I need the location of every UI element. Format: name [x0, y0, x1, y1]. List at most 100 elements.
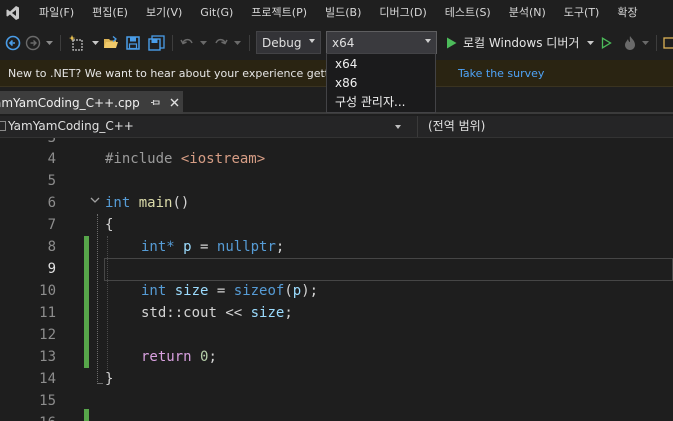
play-outline-icon	[601, 37, 612, 49]
pin-icon[interactable]	[150, 97, 161, 108]
operator: <<	[225, 305, 243, 321]
menu-bar: 파일(F) 편집(E) 보기(V) Git(G) 프로젝트(P) 빌드(B) 디…	[0, 0, 673, 26]
menu-file[interactable]: 파일(F)	[30, 0, 83, 26]
close-icon[interactable]	[170, 98, 179, 107]
line-number: 16	[20, 412, 56, 421]
line-number-current: 9	[47, 261, 56, 277]
undo-dropdown[interactable]	[198, 26, 208, 60]
chevron-down-icon	[425, 39, 431, 43]
menu-debug[interactable]: 디버그(D)	[370, 0, 435, 26]
brace-open: {	[105, 217, 114, 233]
undo-button[interactable]	[178, 26, 196, 60]
debug-target-dropdown[interactable]	[585, 26, 595, 60]
back-arrow-icon	[5, 35, 21, 51]
hot-reload-button[interactable]	[620, 26, 640, 60]
platform-option-x86[interactable]: x86	[327, 74, 435, 93]
solution-configuration-dropdown[interactable]: Debug	[256, 31, 321, 54]
code-text: return 0;	[141, 346, 217, 368]
menu-view[interactable]: 보기(V)	[137, 0, 191, 26]
code-line: 16	[0, 412, 673, 421]
save-icon	[126, 36, 140, 50]
new-project-icon	[69, 35, 83, 51]
keyword: int*	[141, 239, 175, 255]
line-number: 10	[39, 283, 56, 299]
chevron-down-icon	[395, 125, 401, 129]
visual-studio-logo-icon[interactable]	[6, 5, 20, 21]
overflow-toolbar-button[interactable]	[662, 26, 673, 60]
code-text: int main()	[105, 192, 189, 214]
line-number: 8	[47, 239, 56, 255]
punctuation: ;	[275, 239, 285, 255]
global-scope-dropdown[interactable]: (전역 범위)	[417, 116, 673, 137]
start-debugging-button[interactable]	[443, 26, 459, 60]
platform-option-x64[interactable]: x64	[327, 55, 435, 74]
menu-analyze[interactable]: 분석(N)	[500, 0, 555, 26]
redo-dropdown[interactable]	[232, 26, 242, 60]
menu-edit[interactable]: 편집(E)	[83, 0, 137, 26]
punctuation: ;	[208, 349, 217, 365]
punctuation: (	[284, 283, 293, 299]
forward-button[interactable]	[24, 26, 42, 60]
hot-reload-dropdown[interactable]	[641, 26, 649, 60]
identifier: cout	[183, 305, 217, 321]
line-number: 13	[39, 349, 56, 365]
forward-dropdown[interactable]	[44, 26, 54, 60]
save-button[interactable]	[124, 26, 142, 60]
new-project-dropdown[interactable]	[90, 26, 100, 60]
code-line: 10 int size = sizeof(p);	[0, 280, 673, 302]
new-project-button[interactable]	[67, 26, 89, 60]
configuration-manager-option[interactable]: 구성 관리자...	[327, 93, 435, 112]
solution-platform-dropdown[interactable]: x64	[326, 31, 437, 54]
code-line: 4 #include <iostream>	[0, 148, 673, 170]
code-line: 6 int main()	[0, 192, 673, 214]
menu-test[interactable]: 테스트(S)	[436, 0, 500, 26]
code-line: 14 }	[0, 368, 673, 390]
operator: =	[200, 239, 209, 255]
include-header: <iostream>	[180, 151, 266, 167]
namespace: std	[141, 305, 167, 321]
take-survey-link[interactable]: Take the survey	[458, 60, 544, 87]
code-line: 8 int* p = nullptr;	[0, 236, 673, 258]
variable: size	[174, 283, 209, 299]
info-message-text: New to .NET? We want to hear about your …	[8, 66, 333, 80]
save-all-icon	[147, 35, 165, 51]
menu-project[interactable]: 프로젝트(P)	[242, 0, 316, 26]
punctuation: ;	[284, 305, 293, 321]
tab-title: amYamCoding_C++.cpp	[0, 95, 140, 110]
project-scope-dropdown[interactable]: YamYamCoding_C++	[0, 116, 407, 137]
punctuation: ()	[172, 195, 190, 211]
navigation-bar: YamYamCoding_C++ (전역 범위)	[0, 116, 673, 138]
start-without-debugging-button[interactable]	[598, 26, 614, 60]
code-text: int size = sizeof(p);	[141, 280, 318, 302]
code-line: 15	[0, 390, 673, 412]
line-number: 7	[47, 217, 56, 233]
line-number: 5	[47, 173, 56, 189]
menu-build[interactable]: 빌드(B)	[316, 0, 370, 26]
keyword: return	[141, 349, 192, 365]
platform-dropdown-list: x64 x86 구성 관리자...	[326, 53, 436, 113]
tab-active-document[interactable]: amYamCoding_C++.cpp	[0, 91, 183, 114]
line-number: 12	[39, 327, 56, 343]
keyword: sizeof	[233, 283, 285, 299]
keyword: int	[105, 195, 131, 211]
chevron-down-icon	[233, 40, 241, 45]
back-button[interactable]	[4, 26, 22, 60]
redo-icon	[215, 38, 228, 45]
operator: =	[216, 283, 226, 299]
menu-extensions[interactable]: 확장	[608, 0, 646, 26]
undo-icon	[180, 38, 193, 45]
start-debugging-label[interactable]: 로컬 Windows 디버거	[463, 26, 579, 60]
save-all-button[interactable]	[146, 26, 166, 60]
code-text: std::cout << size;	[141, 302, 293, 324]
code-line: 9	[0, 258, 673, 280]
menu-tools[interactable]: 도구(T)	[555, 0, 609, 26]
code-line: 11 std::cout << size;	[0, 302, 673, 324]
menu-git[interactable]: Git(G)	[191, 0, 242, 26]
chevron-down-icon	[641, 40, 649, 45]
code-editor[interactable]: 3 4 #include <iostream> 5 6 int main() 7…	[0, 138, 673, 421]
redo-button[interactable]	[212, 26, 230, 60]
chevron-down-icon	[309, 39, 315, 43]
configuration-value: Debug	[262, 35, 302, 50]
open-file-button[interactable]	[102, 26, 120, 60]
brace-close: }	[105, 371, 114, 387]
